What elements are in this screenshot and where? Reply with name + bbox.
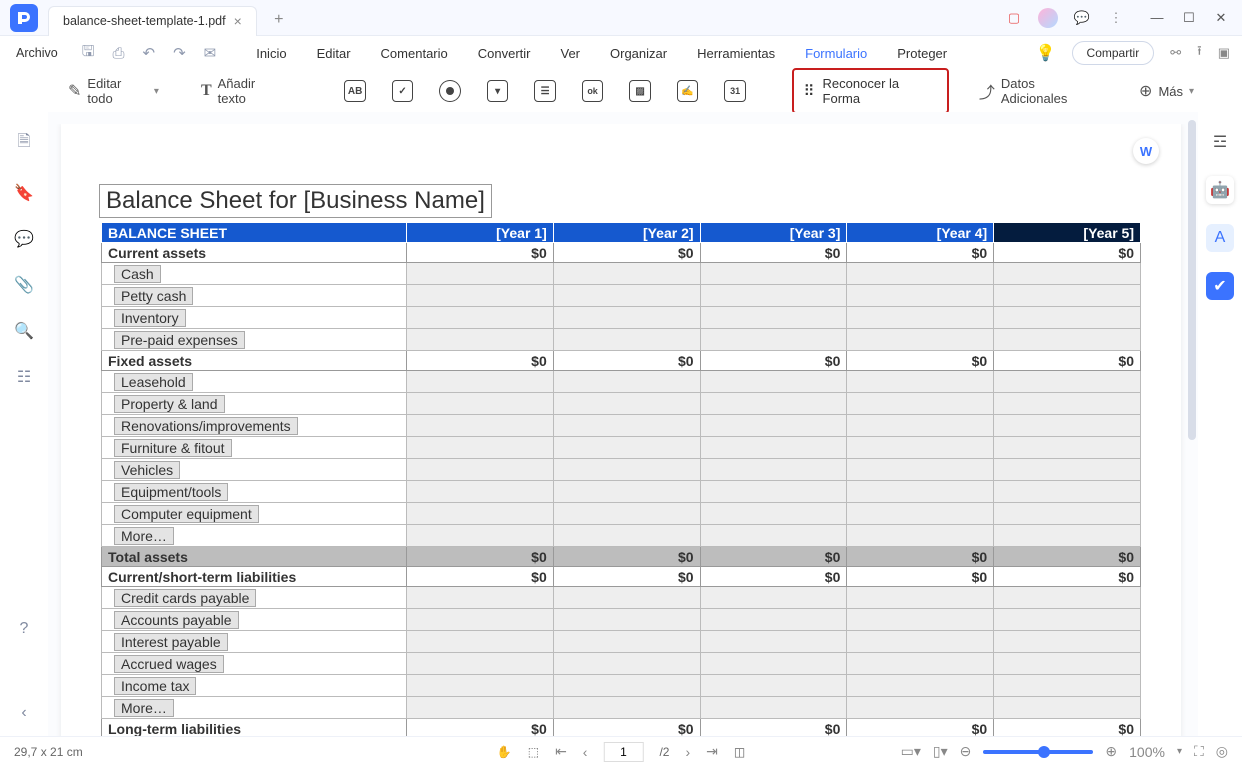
chevron-down-icon: ▾	[154, 86, 159, 97]
list-tool[interactable]: ☰	[534, 80, 556, 102]
form-toolbar: ✎ Editar todo ▾ T Añadir texto AB ✓ ▾ ☰ …	[0, 70, 1242, 112]
search-icon[interactable]: 🔍	[14, 321, 34, 341]
fullscreen-icon[interactable]: ⛶	[1194, 743, 1204, 760]
print-icon[interactable]: ⎙	[112, 45, 124, 62]
comments-icon[interactable]: 💬	[14, 229, 34, 249]
convert-to-word-icon[interactable]: W	[1133, 138, 1159, 164]
redo-icon[interactable]: ↷	[173, 44, 186, 62]
robot-icon[interactable]: 🤖	[1206, 176, 1234, 204]
recognize-icon: ⠿	[804, 82, 815, 100]
menu-tab-comentario[interactable]: Comentario	[381, 46, 448, 61]
right-rail: ☲ 🤖 A ✔	[1198, 112, 1242, 736]
datos-adicionales-button[interactable]: ⤴ Datos Adicionales	[973, 72, 1107, 110]
signature-tool[interactable]: ✍	[677, 80, 699, 102]
close-tab-icon[interactable]: ×	[234, 13, 242, 29]
reading-mode-icon[interactable]: ◎	[1216, 743, 1228, 760]
menu-tab-inicio[interactable]: Inicio	[256, 46, 286, 61]
save-icon[interactable]: 🖫	[82, 41, 95, 66]
page-input[interactable]	[603, 742, 643, 762]
bulb-icon[interactable]: 💡	[1036, 43, 1056, 63]
app-logo	[10, 4, 38, 32]
check-icon[interactable]: ✔	[1206, 272, 1234, 300]
mas-button[interactable]: ⊕ Más ▾	[1133, 77, 1200, 105]
zoom-out-icon[interactable]: ⊖	[960, 743, 972, 760]
radio-tool[interactable]	[439, 80, 461, 102]
document-tab[interactable]: balance-sheet-template-1.pdf ×	[48, 6, 257, 36]
note-icon[interactable]: ▢	[1004, 8, 1024, 28]
crop-tool-icon[interactable]: ◫	[734, 745, 745, 759]
checkbox-tool[interactable]: ✓	[392, 80, 414, 102]
zoom-dropdown-icon[interactable]: ▾	[1177, 746, 1182, 757]
undo-icon[interactable]: ↶	[142, 44, 155, 62]
main-area: 🗎 🔖 💬 📎 🔍 ☷ ? ‹ W Balance Sheet for [Bus…	[0, 112, 1242, 736]
chat-icon[interactable]: 💬	[1072, 8, 1092, 28]
balance-sheet-table: BALANCE SHEET[Year 1][Year 2][Year 3][Ye…	[101, 222, 1141, 736]
chevron-down-icon: ▾	[1189, 86, 1194, 97]
mail-icon[interactable]: ✉	[204, 44, 217, 62]
menu-tab-editar[interactable]: Editar	[317, 46, 351, 61]
menu-tabs: Inicio Editar Comentario Convertir Ver Organi…	[256, 46, 947, 61]
page-size-label: 29,7 x 21 cm	[14, 745, 83, 759]
statusbar: 29,7 x 21 cm ✋ ⬚ ⇤ ‹ /2 › ⇥ ◫ ▭▾ ▯▾ ⊖ ⊕ …	[0, 736, 1242, 766]
image-tool[interactable]: ▨	[629, 80, 651, 102]
minimize-button[interactable]: —	[1150, 11, 1164, 25]
layers-icon[interactable]: ☷	[17, 367, 31, 387]
more-icon: ⊕	[1139, 81, 1152, 101]
ai-icon[interactable]: A	[1206, 224, 1234, 252]
prev-page-icon[interactable]: ‹	[583, 744, 588, 760]
menu-tab-convertir[interactable]: Convertir	[478, 46, 531, 61]
anadir-texto-button[interactable]: T Añadir texto	[195, 72, 291, 110]
titlebar: balance-sheet-template-1.pdf × + ▢ 💬 ⋮ —…	[0, 0, 1242, 36]
document-tab-title: balance-sheet-template-1.pdf	[63, 14, 226, 28]
select-tool-icon[interactable]: ⬚	[528, 745, 539, 759]
zoom-slider[interactable]	[983, 750, 1093, 754]
doc-title: Balance Sheet for [Business Name]	[99, 184, 492, 218]
dropdown-tool[interactable]: ▾	[487, 80, 509, 102]
add-tab-button[interactable]: +	[265, 6, 293, 34]
close-window-button[interactable]: ✕	[1214, 11, 1228, 25]
menu-tab-herramientas[interactable]: Herramientas	[697, 46, 775, 61]
share-button[interactable]: Compartir	[1072, 41, 1155, 65]
menu-tab-organizar[interactable]: Organizar	[610, 46, 667, 61]
page-total-label: /2	[659, 745, 669, 759]
collapse-left-icon[interactable]: ‹	[21, 704, 26, 722]
pencil-icon: ✎	[68, 81, 81, 101]
maximize-button[interactable]: ☐	[1182, 11, 1196, 25]
textfield-tool[interactable]: AB	[344, 80, 366, 102]
upload-icon: ⤴	[979, 79, 995, 103]
editar-todo-button[interactable]: ✎ Editar todo ▾	[62, 72, 165, 110]
reconocer-forma-button[interactable]: ⠿ Reconocer la Forma	[792, 68, 949, 114]
vertical-scrollbar[interactable]	[1188, 120, 1196, 440]
pdf-page[interactable]: W Balance Sheet for [Business Name] BALA…	[61, 124, 1181, 736]
menubar: Archivo 🖫 ⎙ ↶ ↷ ✉ Inicio Editar Comentario…	[0, 36, 1242, 70]
kebab-icon[interactable]: ⋮	[1106, 8, 1126, 28]
date-tool[interactable]: 31	[724, 80, 746, 102]
left-rail: 🗎 🔖 💬 📎 🔍 ☷ ? ‹	[0, 112, 48, 736]
first-page-icon[interactable]: ⇤	[555, 743, 567, 760]
page-thumbs-icon[interactable]: 🗎	[18, 130, 31, 157]
attachments-icon[interactable]: 📎	[14, 275, 34, 295]
hand-tool-icon[interactable]: ✋	[497, 745, 512, 759]
zoom-in-icon[interactable]: ⊕	[1105, 743, 1117, 760]
canvas: W Balance Sheet for [Business Name] BALA…	[48, 112, 1198, 736]
window-icon[interactable]: ▣	[1218, 45, 1230, 61]
last-page-icon[interactable]: ⇥	[706, 743, 718, 760]
zoom-label: 100%	[1129, 744, 1165, 760]
properties-icon[interactable]: ☲	[1206, 128, 1234, 156]
cloud-upload-icon[interactable]: ⭱	[1197, 42, 1202, 64]
menu-tab-proteger[interactable]: Proteger	[897, 46, 947, 61]
next-page-icon[interactable]: ›	[685, 744, 690, 760]
menu-tab-formulario[interactable]: Formulario	[805, 46, 867, 61]
avatar-icon[interactable]	[1038, 8, 1058, 28]
help-icon[interactable]: ?	[20, 620, 29, 638]
spread-icon[interactable]: ▯▾	[933, 743, 948, 760]
file-menu[interactable]: Archivo	[12, 46, 62, 60]
button-tool[interactable]: ok	[582, 80, 604, 102]
hierarchy-icon[interactable]: ⚯	[1170, 45, 1181, 61]
bookmarks-icon[interactable]: 🔖	[14, 183, 34, 203]
menu-tab-ver[interactable]: Ver	[561, 46, 581, 61]
text-cursor-icon: T	[201, 82, 212, 100]
fit-width-icon[interactable]: ▭▾	[901, 743, 921, 760]
